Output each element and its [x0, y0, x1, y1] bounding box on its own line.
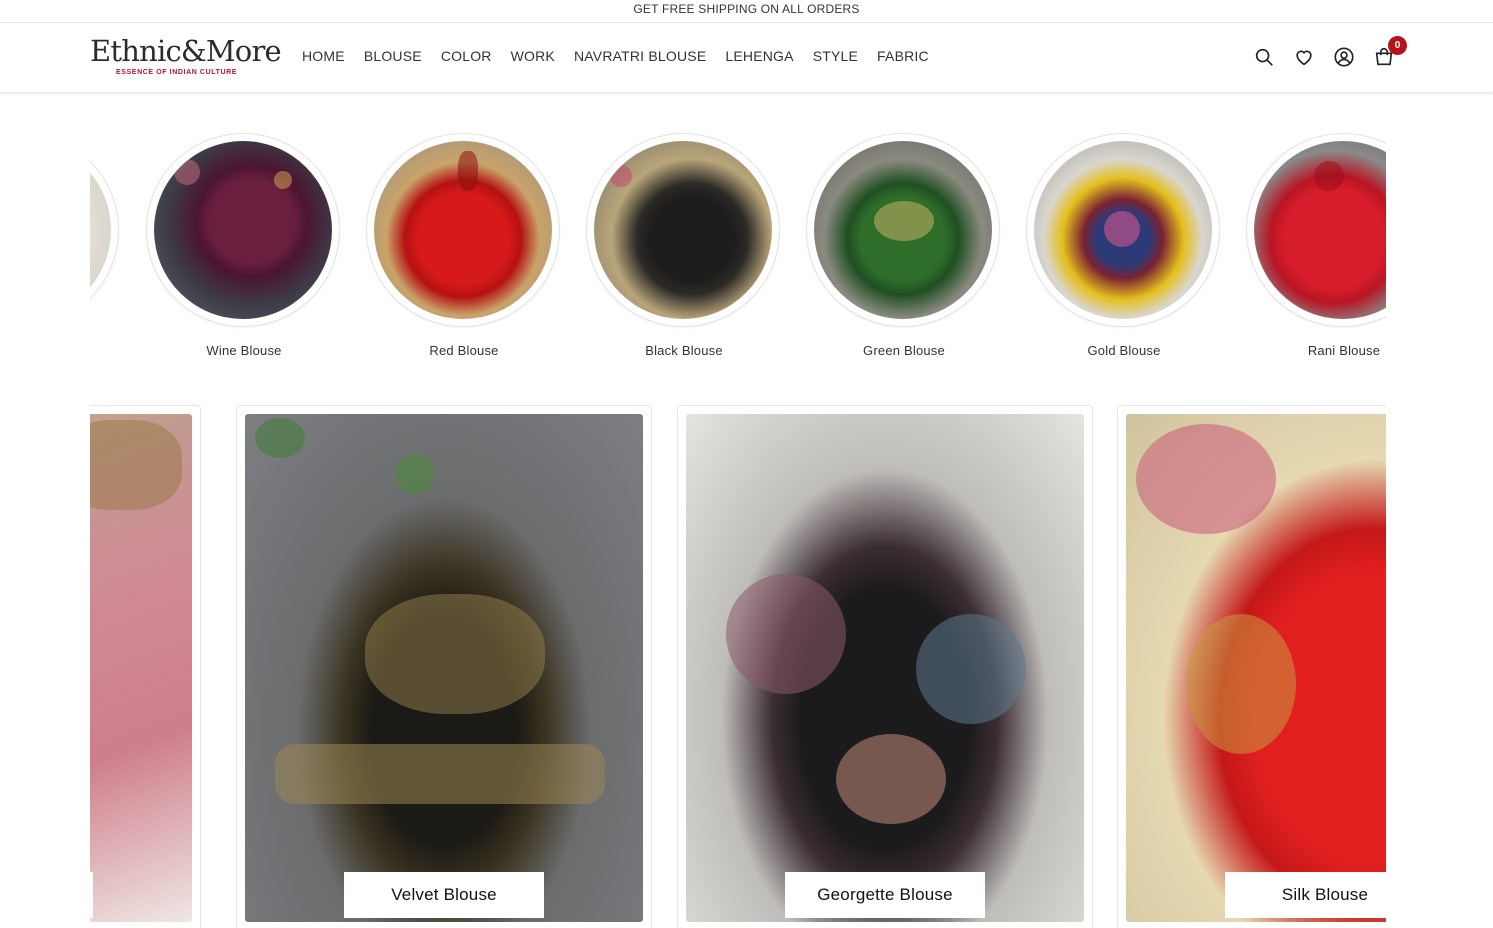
nav-navratri-blouse[interactable]: NAVRATRI BLOUSE: [574, 48, 706, 64]
fabric-card-label: Georgette Blouse: [785, 872, 985, 918]
pink-blouse-image: [90, 414, 192, 922]
color-category-ring: [1026, 133, 1220, 327]
fabric-card-label: Velvet Blouse: [344, 872, 544, 918]
color-category-item-gold[interactable]: Gold Blouse: [1026, 133, 1222, 358]
color-category-ring: [1246, 133, 1386, 327]
fabric-card-velvet[interactable]: Velvet Blouse: [236, 405, 652, 928]
user-icon[interactable]: [1331, 44, 1357, 70]
brand-wordmark: Ethnic&More: [90, 34, 282, 68]
color-category-ring: [366, 133, 560, 327]
red-blouse-image: [374, 141, 552, 319]
nav-style[interactable]: STYLE: [813, 48, 858, 64]
fabric-card-label-partial: [90, 872, 93, 918]
brand-tagline: ESSENCE OF INDIAN CULTURE: [116, 69, 238, 76]
georgette-blouse-image: [686, 414, 1084, 922]
blouse-image: [90, 141, 111, 319]
color-category-item-black[interactable]: Black Blouse: [586, 133, 782, 358]
black-blouse-image: [594, 141, 772, 319]
color-category-label: Green Blouse: [863, 343, 945, 358]
announcement-text: GET FREE SHIPPING ON ALL ORDERS: [633, 2, 860, 16]
search-icon[interactable]: [1251, 44, 1277, 70]
nav-color[interactable]: COLOR: [441, 48, 492, 64]
main-nav: HOME BLOUSE COLOR WORK NAVRATRI BLOUSE L…: [302, 48, 948, 64]
velvet-blouse-image: [245, 414, 643, 922]
color-category-ring: [806, 133, 1000, 327]
fabric-card-silk[interactable]: Silk Blouse: [1117, 405, 1386, 928]
color-category-item-rani[interactable]: Rani Blouse: [1246, 133, 1386, 358]
color-category-label: Gold Blouse: [1087, 343, 1161, 358]
heart-icon[interactable]: [1291, 44, 1317, 70]
fabric-card-label: Silk Blouse: [1225, 872, 1386, 918]
fabric-card-georgette[interactable]: Georgette Blouse: [677, 405, 1093, 928]
rani-blouse-image: [1254, 141, 1386, 319]
brand-logo[interactable]: Ethnic&More ESSENCE OF INDIAN CULTURE: [90, 34, 282, 80]
color-category-label: Wine Blouse: [206, 343, 282, 358]
color-category-label: Red Blouse: [429, 343, 499, 358]
color-category-item-green[interactable]: Green Blouse: [806, 133, 1002, 358]
color-category-item-partial[interactable]: [90, 133, 121, 327]
color-category-item-wine[interactable]: Wine Blouse: [146, 133, 342, 358]
nav-blouse[interactable]: BLOUSE: [364, 48, 422, 64]
nav-home[interactable]: HOME: [302, 48, 345, 64]
silk-blouse-image: [1126, 414, 1386, 922]
cart-icon[interactable]: 0: [1371, 36, 1407, 70]
fabric-category-carousel[interactable]: Velvet Blouse Georgette Blouse Silk Blou…: [90, 404, 1386, 928]
color-category-ring: [90, 133, 119, 327]
wine-blouse-image: [154, 141, 332, 319]
gold-blouse-image: [1034, 141, 1212, 319]
color-category-carousel[interactable]: Wine Blouse Red Blouse Black Blouse Gree…: [90, 130, 1386, 370]
green-blouse-image: [814, 141, 992, 319]
color-category-label: Black Blouse: [645, 343, 723, 358]
nav-fabric[interactable]: FABRIC: [877, 48, 929, 64]
header-actions: 0: [1251, 36, 1407, 70]
color-category-item-red[interactable]: Red Blouse: [366, 133, 562, 358]
fabric-card-partial[interactable]: [90, 405, 201, 928]
color-category-ring: [586, 133, 780, 327]
color-category-label: Rani Blouse: [1307, 343, 1381, 358]
cart-count-badge: 0: [1388, 36, 1407, 55]
site-header: Ethnic&More ESSENCE OF INDIAN CULTURE HO…: [0, 24, 1493, 92]
nav-work[interactable]: WORK: [511, 48, 555, 64]
color-category-ring: [146, 133, 340, 327]
nav-lehenga[interactable]: LEHENGA: [725, 48, 793, 64]
announcement-bar: GET FREE SHIPPING ON ALL ORDERS: [0, 0, 1493, 23]
